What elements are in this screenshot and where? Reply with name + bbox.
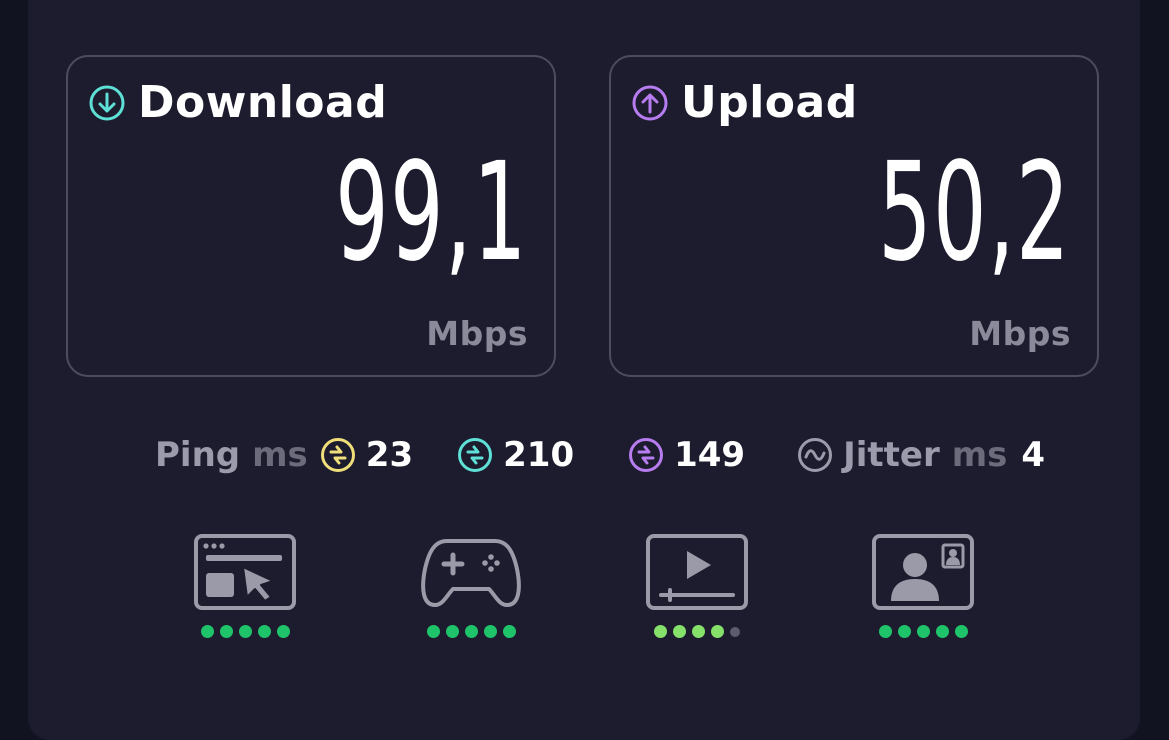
download-speed-unit: Mbps bbox=[426, 314, 528, 353]
rating-dot-empty bbox=[730, 626, 740, 637]
upload-title: Upload bbox=[631, 77, 858, 128]
rating-dot-filled bbox=[238, 625, 252, 638]
usecase-rating bbox=[419, 625, 523, 638]
ping-idle: 23 bbox=[308, 435, 413, 475]
jitter-icon bbox=[797, 437, 833, 473]
upload-speed-value: 50,2 bbox=[878, 134, 1071, 292]
rating-dot-filled bbox=[483, 625, 497, 638]
ping-idle-icon bbox=[320, 437, 356, 473]
ping-idle-value: 23 bbox=[365, 435, 414, 475]
video-call-icon bbox=[871, 533, 975, 611]
jitter-label: Jitter bbox=[843, 435, 940, 475]
usecase-video-call[interactable] bbox=[871, 533, 975, 638]
rating-dot-filled bbox=[692, 625, 705, 638]
ping-upload-value: 149 bbox=[674, 435, 746, 475]
rating-dot-filled bbox=[711, 625, 724, 638]
rating-dot-filled bbox=[219, 625, 233, 638]
ping-unit: ms bbox=[252, 435, 308, 475]
web-browsing-icon bbox=[193, 533, 297, 611]
rating-dot-filled bbox=[935, 625, 949, 638]
jitter-unit: ms bbox=[951, 435, 1008, 475]
ping-download-value: 210 bbox=[503, 435, 575, 475]
usecase-gaming[interactable] bbox=[419, 533, 523, 638]
ping-upload: 149 bbox=[616, 435, 745, 475]
arrow-down-circle-icon bbox=[88, 84, 126, 122]
jitter-value: 4 bbox=[1021, 435, 1046, 475]
ping-upload-icon bbox=[628, 437, 664, 473]
ping-label: Ping bbox=[155, 435, 241, 475]
download-title-label: Download bbox=[138, 77, 388, 128]
download-title: Download bbox=[88, 77, 387, 128]
rating-dot-filled bbox=[200, 625, 214, 638]
rating-dot-filled bbox=[464, 625, 478, 638]
ping-download: 210 bbox=[445, 435, 574, 475]
upload-title-label: Upload bbox=[681, 77, 858, 128]
usecase-rating bbox=[193, 625, 297, 638]
usecase-video-streaming[interactable] bbox=[645, 533, 749, 638]
rating-dot-filled bbox=[916, 625, 930, 638]
rating-dot-filled bbox=[276, 625, 290, 638]
rating-dot-filled bbox=[954, 625, 968, 638]
download-card: Download 99,1 Mbps bbox=[66, 55, 556, 377]
rating-dot-filled bbox=[897, 625, 911, 638]
rating-dot-filled bbox=[502, 625, 516, 638]
rating-dot-filled bbox=[654, 625, 667, 638]
download-speed-value: 99,1 bbox=[335, 134, 528, 292]
arrow-up-circle-icon bbox=[631, 84, 669, 122]
jitter: Jitter ms 4 bbox=[785, 435, 1045, 475]
usecase-web-browsing[interactable] bbox=[193, 533, 297, 638]
rating-dot-filled bbox=[673, 625, 686, 638]
rating-dot-filled bbox=[878, 625, 892, 638]
rating-dot-filled bbox=[257, 625, 271, 638]
gaming-controller-icon bbox=[419, 533, 523, 611]
rating-dot-filled bbox=[445, 625, 459, 638]
upload-card: Upload 50,2 Mbps bbox=[609, 55, 1099, 377]
upload-speed-unit: Mbps bbox=[969, 314, 1071, 353]
ping-download-icon bbox=[457, 437, 493, 473]
rating-dot-filled bbox=[426, 625, 440, 638]
usecase-rating bbox=[871, 625, 975, 638]
usecase-rating bbox=[645, 625, 749, 638]
video-streaming-icon bbox=[645, 533, 749, 611]
latency-row: Ping ms 23 210 149 Jitter ms 4 bbox=[155, 430, 1045, 480]
